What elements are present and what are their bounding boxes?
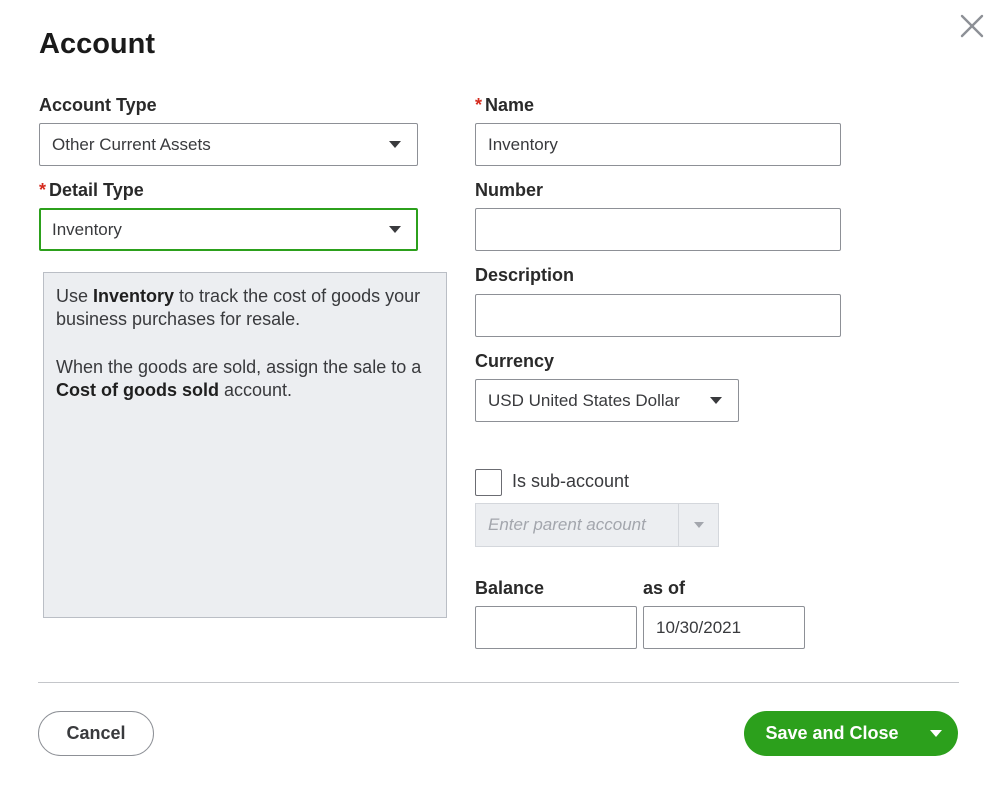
- currency-value: USD United States Dollar: [488, 390, 680, 410]
- save-button-group: Save and Close: [744, 711, 958, 756]
- chevron-down-icon: [389, 226, 401, 233]
- close-button[interactable]: [958, 12, 986, 40]
- chevron-down-icon: [930, 730, 942, 737]
- save-and-close-button[interactable]: Save and Close: [744, 711, 918, 756]
- parent-account-input[interactable]: [476, 504, 678, 546]
- number-input[interactable]: [475, 208, 841, 251]
- detail-type-label: * Detail Type: [39, 180, 144, 200]
- chevron-down-icon: [389, 141, 401, 148]
- currency-label: Currency: [475, 351, 555, 371]
- as-of-date-input[interactable]: [643, 606, 805, 649]
- footer-divider: [38, 682, 959, 683]
- currency-select[interactable]: USD United States Dollar: [475, 379, 739, 422]
- description-label: Description: [475, 265, 575, 285]
- number-label: Number: [475, 180, 544, 200]
- dialog-title: Account: [39, 28, 155, 60]
- chevron-down-icon: [693, 522, 704, 528]
- as-of-label: as of: [643, 578, 686, 598]
- parent-account-dropdown-button[interactable]: [678, 504, 718, 546]
- required-marker: *: [39, 180, 47, 200]
- close-icon: [960, 14, 984, 38]
- name-input[interactable]: [475, 123, 841, 166]
- description-input[interactable]: [475, 294, 841, 337]
- cancel-button[interactable]: Cancel: [38, 711, 154, 756]
- save-options-dropdown-button[interactable]: [918, 711, 958, 756]
- sub-account-label: Is sub-account: [512, 471, 630, 491]
- balance-label: Balance: [475, 578, 545, 598]
- account-type-select[interactable]: Other Current Assets: [39, 123, 418, 166]
- parent-account-combo[interactable]: [475, 503, 719, 547]
- account-type-value: Other Current Assets: [52, 134, 211, 154]
- info-paragraph-2: When the goods are sold, assign the sale…: [56, 357, 422, 400]
- sub-account-checkbox[interactable]: [475, 469, 502, 496]
- required-marker: *: [475, 95, 483, 115]
- info-paragraph-1: Use Inventory to track the cost of goods…: [56, 286, 421, 329]
- name-label: * Name: [475, 95, 535, 115]
- chevron-down-icon: [710, 397, 722, 404]
- detail-type-description-box: Use Inventory to track the cost of goods…: [43, 272, 447, 618]
- detail-type-select[interactable]: Inventory: [39, 208, 418, 251]
- account-type-label: Account Type: [39, 95, 157, 115]
- detail-type-value: Inventory: [52, 219, 122, 239]
- balance-input[interactable]: [475, 606, 637, 649]
